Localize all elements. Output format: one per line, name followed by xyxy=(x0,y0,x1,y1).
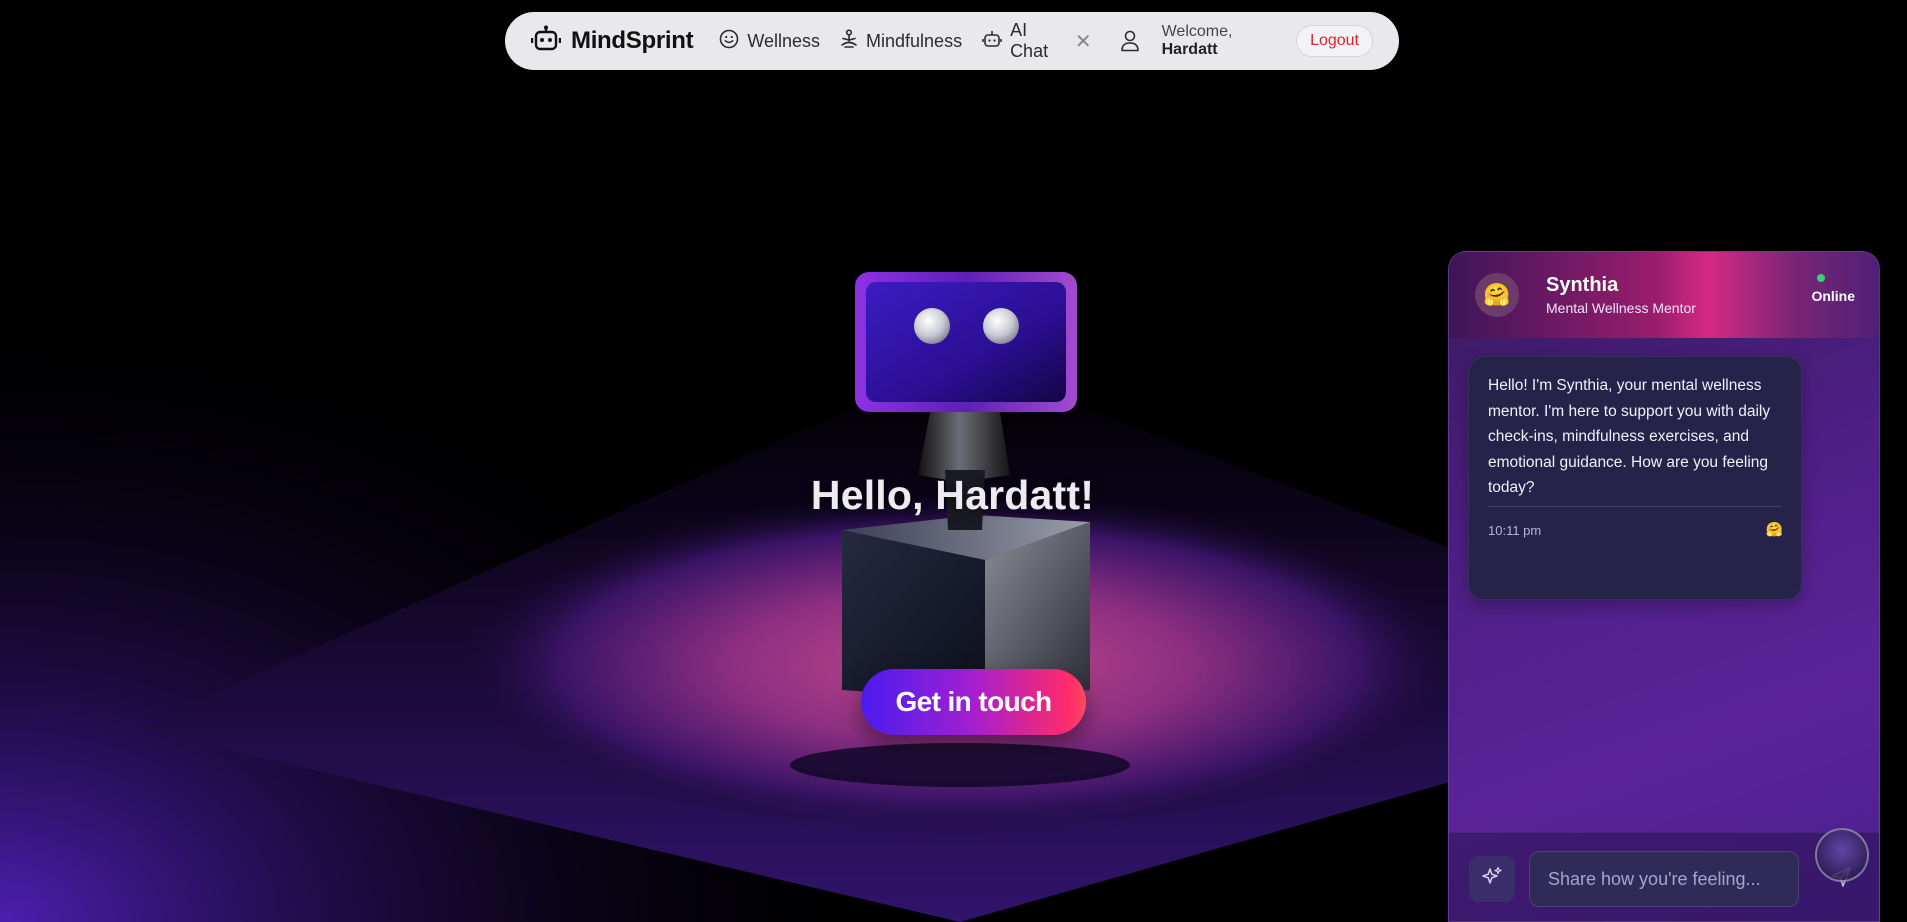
status-text: Online xyxy=(1811,288,1855,304)
welcome-text: Welcome, Hardatt xyxy=(1162,23,1288,59)
chat-composer xyxy=(1449,832,1879,921)
welcome-prefix: Welcome, xyxy=(1161,23,1233,40)
chat-message: Hello! I'm Synthia, your mental wellness… xyxy=(1468,356,1802,600)
brand-logo[interactable]: MindSprint xyxy=(530,25,694,58)
get-in-touch-button[interactable]: Get in touch xyxy=(861,669,1086,735)
message-time: 10:11 pm xyxy=(1488,523,1542,538)
robot-icon xyxy=(982,30,1002,53)
nav-link-ai-chat[interactable]: AI Chat xyxy=(982,20,1067,62)
hero-greeting: Hello, Hardatt! xyxy=(810,472,1095,518)
logout-button[interactable]: Logout xyxy=(1296,25,1373,57)
brand-name: MindSprint xyxy=(571,27,694,54)
username: Hardatt xyxy=(1161,41,1218,58)
status-badge: Online xyxy=(1811,274,1855,304)
nav-link-label: AI Chat xyxy=(1010,20,1049,61)
floating-chat-toggle[interactable] xyxy=(1815,828,1869,882)
avatar: 🤗 xyxy=(1475,273,1519,317)
agent-info: Synthia Mental Wellness Mentor xyxy=(1546,274,1696,316)
nav-link-label: Wellness xyxy=(747,30,821,51)
agent-role: Mental Wellness Mentor xyxy=(1546,300,1696,316)
sparkle-button[interactable] xyxy=(1469,856,1515,902)
chat-input[interactable] xyxy=(1529,851,1799,907)
meditation-icon xyxy=(840,28,858,54)
top-navbar: MindSprint Wellness Mindfulness AI Chat … xyxy=(505,12,1399,70)
chat-panel: 🤗 Synthia Mental Wellness Mentor Online … xyxy=(1448,251,1880,922)
nav-link-wellness[interactable]: Wellness xyxy=(719,29,820,54)
reaction-emoji: 🤗 xyxy=(1765,521,1783,537)
sparkle-icon xyxy=(1481,866,1503,893)
online-dot-icon xyxy=(1817,274,1825,282)
smile-icon xyxy=(719,29,739,54)
agent-name: Synthia xyxy=(1546,274,1619,296)
close-icon[interactable]: ✕ xyxy=(1075,29,1092,54)
robot-logo-icon xyxy=(530,25,562,58)
hugging-face-emoji: 🤗 xyxy=(1483,282,1511,307)
nav-link-label: Mindfulness xyxy=(866,30,963,51)
user-icon[interactable] xyxy=(1120,30,1140,52)
nav-link-mindfulness[interactable]: Mindfulness xyxy=(840,28,963,54)
message-divider xyxy=(1488,506,1782,507)
chat-header: 🤗 Synthia Mental Wellness Mentor Online xyxy=(1449,252,1879,338)
message-text: Hello! I'm Synthia, your mental wellness… xyxy=(1488,377,1771,496)
